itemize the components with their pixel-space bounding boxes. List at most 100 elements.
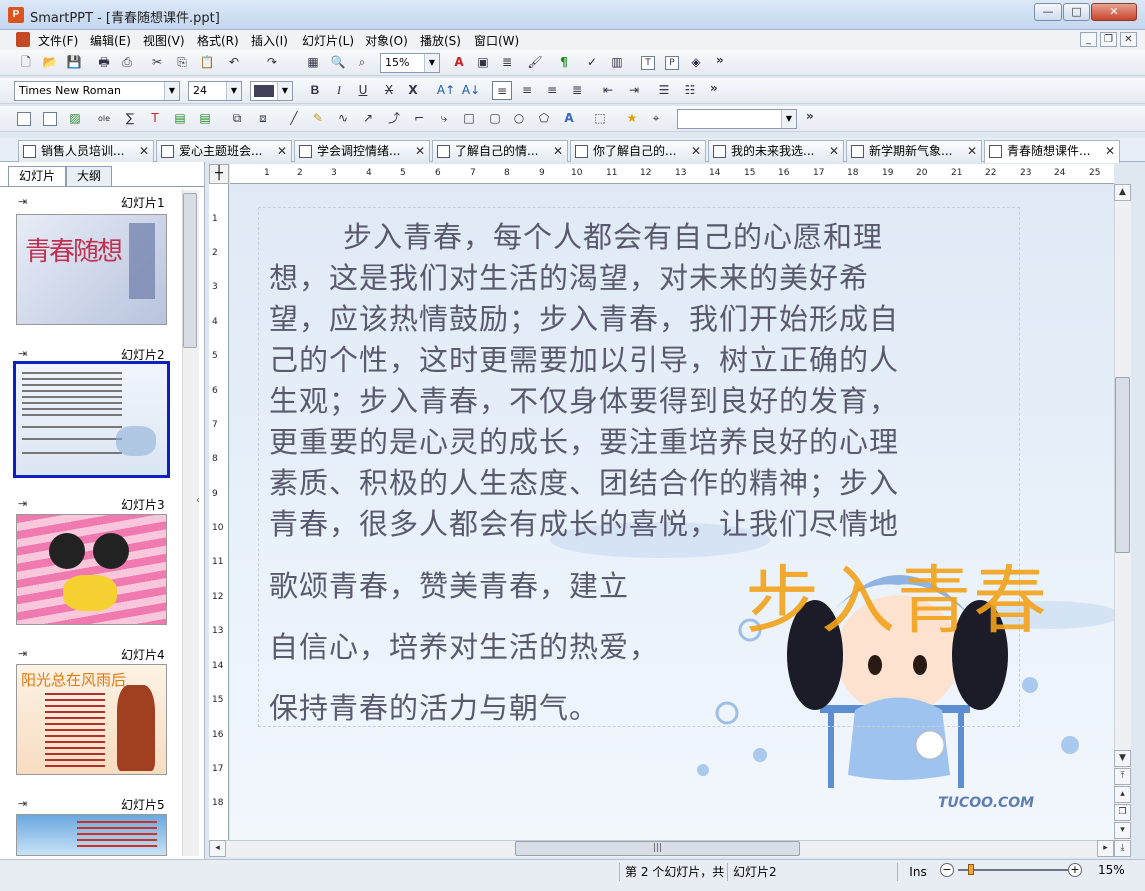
text-t-icon[interactable]: T <box>145 109 165 128</box>
copy-slide-icon[interactable]: ❐ <box>1114 804 1131 821</box>
curve-connector-icon[interactable]: ⤷ <box>434 109 454 128</box>
shape-frame-icon[interactable]: ▤ <box>170 109 190 128</box>
close-button[interactable]: ✕ <box>1091 3 1137 21</box>
menu-window[interactable]: 窗口(W) <box>472 32 521 49</box>
underline-button[interactable]: U <box>353 81 373 100</box>
bullet-list-icon[interactable]: ☰ <box>654 81 674 100</box>
tab-outline[interactable]: 大纲 <box>66 166 112 186</box>
tab-slides[interactable]: 幻灯片 <box>8 166 66 186</box>
elbow-connector-icon[interactable]: ⌐ <box>409 109 429 128</box>
tab-document-7[interactable]: 新学期新气象... ✕ <box>846 140 982 162</box>
grow-font-icon[interactable]: A↑ <box>436 81 456 100</box>
tab-document-4[interactable]: 了解自己的情... ✕ <box>432 140 568 162</box>
slide-thumbnail-4[interactable]: 阳光总在风雨后 <box>16 664 167 775</box>
star-effect-icon[interactable]: ★ <box>622 109 642 128</box>
close-icon[interactable]: ✕ <box>553 141 563 161</box>
ungroup-icon[interactable]: ⧈ <box>253 109 273 128</box>
last-slide-icon[interactable]: ⤓ <box>1114 840 1131 857</box>
preview-icon[interactable]: ⌕ <box>352 53 372 72</box>
page-t-icon[interactable]: T <box>638 53 658 72</box>
toolbar-overflow-icon[interactable]: » <box>716 53 724 67</box>
mdi-restore-button[interactable]: ❐ <box>1100 32 1117 47</box>
shrink-font-icon[interactable]: A↓ <box>461 81 481 100</box>
redo-icon[interactable]: ↷ <box>262 53 282 72</box>
slide-text-box[interactable]: 步入青春，每个人都会有自己的心愿和理 想，这是我们对生活的渴望，对未来的美好希 … <box>258 207 1020 727</box>
mdi-close-button[interactable]: ✕ <box>1120 32 1137 47</box>
open-folder-icon[interactable]: 📂 <box>40 53 60 72</box>
cut-icon[interactable]: ✂ <box>147 53 167 72</box>
picture-icon[interactable]: ▨ <box>65 109 85 128</box>
slide-vertical-scroll-thumb[interactable] <box>1115 377 1130 553</box>
close-icon[interactable]: ✕ <box>1105 141 1115 161</box>
previous-slide-icon[interactable]: ▴ <box>1114 786 1131 803</box>
zoom-slider-knob[interactable] <box>968 864 974 875</box>
ruler-corner[interactable]: ┼ <box>209 164 229 184</box>
text-color-icon[interactable]: A <box>449 53 469 72</box>
italic-button[interactable]: I <box>329 81 349 100</box>
menu-play[interactable]: 播放(S) <box>418 32 463 49</box>
paste-icon[interactable]: 📋 <box>197 53 217 72</box>
close-icon[interactable]: ✕ <box>415 141 425 161</box>
menu-edit[interactable]: 编辑(E) <box>88 32 133 49</box>
save-icon[interactable]: 💾 <box>64 53 84 72</box>
paragraph-mark-icon[interactable]: ¶ <box>554 53 574 72</box>
select-cursor-icon[interactable]: ⌖ <box>646 109 666 128</box>
close-icon[interactable]: ✕ <box>277 141 287 161</box>
line-tool-icon[interactable]: ╱ <box>284 109 304 128</box>
close-icon[interactable]: ✕ <box>691 141 701 161</box>
curve-tool-icon[interactable]: ∿ <box>333 109 353 128</box>
insert-image-icon[interactable]: ▣ <box>473 53 493 72</box>
font-color-select[interactable]: ▼ <box>250 81 293 101</box>
indent-increase-icon[interactable]: ⇥ <box>624 81 644 100</box>
indent-decrease-icon[interactable]: ⇤ <box>598 81 618 100</box>
slide-thumbnail-3[interactable] <box>16 514 167 625</box>
undo-icon[interactable]: ↶ <box>224 53 244 72</box>
notes-icon[interactable]: ≣ <box>497 53 517 72</box>
close-icon[interactable]: ✕ <box>967 141 977 161</box>
page-p-icon[interactable]: P <box>662 53 682 72</box>
find-icon[interactable]: 🔍 <box>328 53 348 72</box>
menu-slide[interactable]: 幻灯片(L) <box>300 32 356 49</box>
slide-horizontal-scroll-thumb[interactable]: ||| <box>515 841 800 856</box>
zoom-select[interactable]: 15% ▼ <box>380 53 440 73</box>
clear-format-button[interactable]: X <box>403 81 423 100</box>
mdi-minimize-button[interactable]: _ <box>1080 32 1097 47</box>
box-3d-icon[interactable]: ◈ <box>686 53 706 72</box>
tab-document-8-active[interactable]: 青春随想课件... ✕ <box>984 140 1120 163</box>
justify-icon[interactable]: ≣ <box>567 81 587 100</box>
bold-button[interactable]: B <box>305 81 325 100</box>
spellcheck-icon[interactable]: ✓ <box>582 53 602 72</box>
slide-thumbnail-5[interactable] <box>16 814 167 856</box>
table-icon[interactable]: ▦ <box>303 53 323 72</box>
scroll-left-button[interactable]: ◂ <box>209 840 226 857</box>
tab-document-3[interactable]: 学会调控情绪... ✕ <box>294 140 430 162</box>
print-icon[interactable]: 🖶 <box>94 53 114 72</box>
pdf-export-icon[interactable]: ⎙ <box>117 53 137 72</box>
toolbar-overflow-icon[interactable]: » <box>806 109 814 123</box>
group-icon[interactable]: ⧉ <box>227 109 247 128</box>
arrow-tool-icon[interactable]: ↗ <box>358 109 378 128</box>
image-frame-icon[interactable]: ▤ <box>195 109 215 128</box>
align-right-icon[interactable]: ≡ <box>542 81 562 100</box>
rectangle-tool-icon[interactable]: □ <box>459 109 479 128</box>
menu-object[interactable]: 对象(O) <box>363 32 410 49</box>
frame-icon[interactable] <box>14 109 34 128</box>
new-file-icon[interactable]: 🗋 <box>16 53 36 72</box>
numbered-list-icon[interactable]: ☷ <box>680 81 700 100</box>
autoshape-icon[interactable]: ⬠ <box>534 109 554 128</box>
zoom-slider-track[interactable] <box>958 869 1068 871</box>
font-size-select[interactable]: 24 ▼ <box>188 81 242 101</box>
pane-splitter[interactable]: ‹ <box>196 495 204 525</box>
ellipse-tool-icon[interactable]: ○ <box>509 109 529 128</box>
format-brush-icon[interactable]: 🖌 <box>525 53 545 72</box>
document-icon[interactable] <box>16 32 30 47</box>
ole-object-icon[interactable]: ole <box>94 109 114 128</box>
strikethrough-button[interactable]: X <box>379 81 399 100</box>
text-frame-icon[interactable] <box>40 109 60 128</box>
zoom-out-button[interactable]: − <box>940 863 954 877</box>
menu-view[interactable]: 视图(V) <box>141 32 187 49</box>
font-family-select[interactable]: Times New Roman ▼ <box>14 81 180 101</box>
tab-document-6[interactable]: 我的未来我选... ✕ <box>708 140 844 162</box>
scroll-right-button[interactable]: ▸ <box>1097 840 1114 857</box>
first-slide-icon[interactable]: ⤒ <box>1114 768 1131 785</box>
